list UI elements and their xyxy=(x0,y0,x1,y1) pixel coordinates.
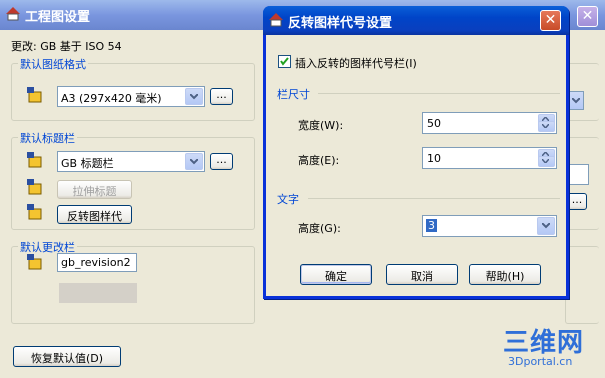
dialog-title: 反转图样代号设置 xyxy=(288,16,393,31)
app-icon xyxy=(6,7,20,21)
right-group-3 xyxy=(565,246,599,324)
help-label: 帮助(H) xyxy=(485,270,525,283)
close-icon: ✕ xyxy=(581,8,594,24)
revision-value: gb_revision2 xyxy=(61,256,131,269)
flip-settings-dialog: 反转图样代号设置 ✕ 插入反转的图样代号栏(I) 栏尺寸 宽度(W): 50 高… xyxy=(263,6,569,299)
revision-icon xyxy=(27,254,42,270)
title-block-group-label: 默认标题栏 xyxy=(18,130,77,146)
watermark-logo: 三维网 xyxy=(503,328,585,358)
dialog-titlebar[interactable]: 反转图样代号设置 ✕ xyxy=(263,6,569,35)
right-browse-button[interactable]: ... xyxy=(567,193,587,210)
width-value: 50 xyxy=(427,117,441,130)
paper-format-combo[interactable]: A3 (297x420 毫米) xyxy=(57,86,205,107)
title-block-browse-button[interactable]: ... xyxy=(210,153,233,170)
restore-defaults-label: 恢复默认值(D) xyxy=(30,352,104,365)
document-format-icon xyxy=(27,87,42,103)
text-section-label: 文字 xyxy=(277,193,299,206)
flip-sheet-icon xyxy=(27,204,42,220)
ok-button[interactable]: 确定 xyxy=(300,264,372,285)
stretch-title-button[interactable]: 拉伸标题 xyxy=(57,180,132,199)
size-section-label: 栏尺寸 xyxy=(277,88,310,101)
bg-close-button[interactable]: ✕ xyxy=(577,6,598,27)
paper-format-browse-button[interactable]: ... xyxy=(210,88,233,105)
change-label: 更改: GB 基于 ISO 54 xyxy=(11,40,122,53)
restore-defaults-button[interactable]: 恢复默认值(D) xyxy=(13,346,121,367)
cancel-button[interactable]: 取消 xyxy=(386,264,458,285)
text-height-combo[interactable]: 3 xyxy=(422,215,557,237)
revision-preview xyxy=(59,283,137,303)
chevron-down-icon[interactable] xyxy=(537,217,555,235)
text-height-value: 3 xyxy=(426,219,437,232)
title-block-combo[interactable]: GB 标题栏 xyxy=(57,151,205,172)
watermark-url: 3Dportal.cn xyxy=(508,355,573,368)
spin-down-icon[interactable] xyxy=(538,121,555,132)
chevron-down-icon[interactable] xyxy=(185,88,203,105)
close-icon: ✕ xyxy=(544,12,557,28)
text-height-label: 高度(G): xyxy=(298,222,341,235)
ok-label: 确定 xyxy=(325,270,347,283)
chevron-down-icon xyxy=(572,98,580,104)
stretch-title-label: 拉伸标题 xyxy=(72,185,117,198)
chevron-down-icon[interactable] xyxy=(185,153,203,170)
insert-flip-checkbox[interactable] xyxy=(278,55,291,68)
text-section-divider xyxy=(308,198,560,199)
paper-format-value: A3 (297x420 毫米) xyxy=(61,92,162,105)
app-icon xyxy=(269,13,283,27)
checkmark-icon xyxy=(280,57,289,66)
cancel-label: 取消 xyxy=(411,270,433,283)
flip-sheet-code-label: 反转图样代 xyxy=(67,210,122,223)
title-block-icon xyxy=(27,152,42,168)
insert-flip-checkbox-label[interactable]: 插入反转的图样代号栏(I) xyxy=(295,55,417,71)
paper-format-group-label: 默认图纸格式 xyxy=(18,56,88,72)
size-section-divider xyxy=(318,93,560,94)
title-block-value: GB 标题栏 xyxy=(61,157,114,170)
flip-sheet-code-button[interactable]: 反转图样代 xyxy=(57,205,132,224)
help-button[interactable]: 帮助(H) xyxy=(469,264,541,285)
height-spinner[interactable]: 10 xyxy=(422,147,557,169)
revision-combo[interactable]: gb_revision2 xyxy=(57,253,137,272)
height-value: 10 xyxy=(427,152,441,165)
width-label: 宽度(W): xyxy=(298,119,344,132)
width-spinner[interactable]: 50 xyxy=(422,112,557,134)
spin-down-icon[interactable] xyxy=(538,156,555,167)
right-combo-arrow[interactable] xyxy=(567,91,584,110)
bg-window-title: 工程图设置 xyxy=(25,10,91,25)
stretch-icon xyxy=(27,179,42,195)
height-label: 高度(E): xyxy=(298,154,340,167)
right-input[interactable] xyxy=(567,164,589,185)
dialog-close-button[interactable]: ✕ xyxy=(540,10,561,31)
